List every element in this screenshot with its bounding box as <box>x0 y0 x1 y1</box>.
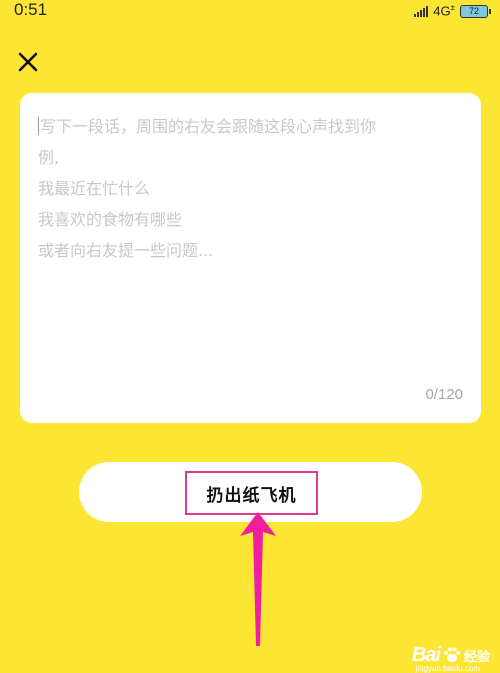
character-counter: 0/120 <box>425 386 463 403</box>
watermark-suffix: 经验 <box>463 648 490 664</box>
status-bar: 0:51 4G± 72 <box>0 0 500 24</box>
highlight-box: 扔出纸飞机 <box>185 471 318 515</box>
network-label: 4G± <box>433 3 455 19</box>
paw-icon <box>443 647 461 663</box>
status-indicators: 4G± 72 <box>414 2 491 20</box>
placeholder-line: 例, <box>38 148 60 167</box>
battery-level: 72 <box>468 5 479 16</box>
compose-card: 写下一段话，周围的右友会跟随这段心声找到你 例, 我最近在忙什么 我喜欢的食物有… <box>20 93 481 423</box>
close-icon <box>18 52 38 72</box>
battery-icon: 72 <box>460 4 491 18</box>
watermark-url: jingyan.baidu.com <box>415 664 480 673</box>
message-textarea[interactable]: 写下一段话，周围的右友会跟随这段心声找到你 例, 我最近在忙什么 我喜欢的食物有… <box>38 111 458 371</box>
placeholder-line: 我最近在忙什么 <box>38 179 151 198</box>
status-time: 0:51 <box>14 0 48 19</box>
placeholder-line: 或者向右友提一些问题... <box>38 241 214 260</box>
annotation-arrow-icon <box>240 512 276 646</box>
text-caret <box>38 117 39 135</box>
signal-icon <box>414 5 429 17</box>
placeholder-line: 我喜欢的食物有哪些 <box>38 210 183 229</box>
throw-button-label: 扔出纸飞机 <box>206 485 297 506</box>
baidu-jingyan-watermark: Bai 经验 jingyan.baidu.com <box>412 643 490 673</box>
close-button[interactable] <box>16 50 40 74</box>
placeholder-line: 写下一段话，周围的右友会跟随这段心声找到你 <box>38 117 377 136</box>
